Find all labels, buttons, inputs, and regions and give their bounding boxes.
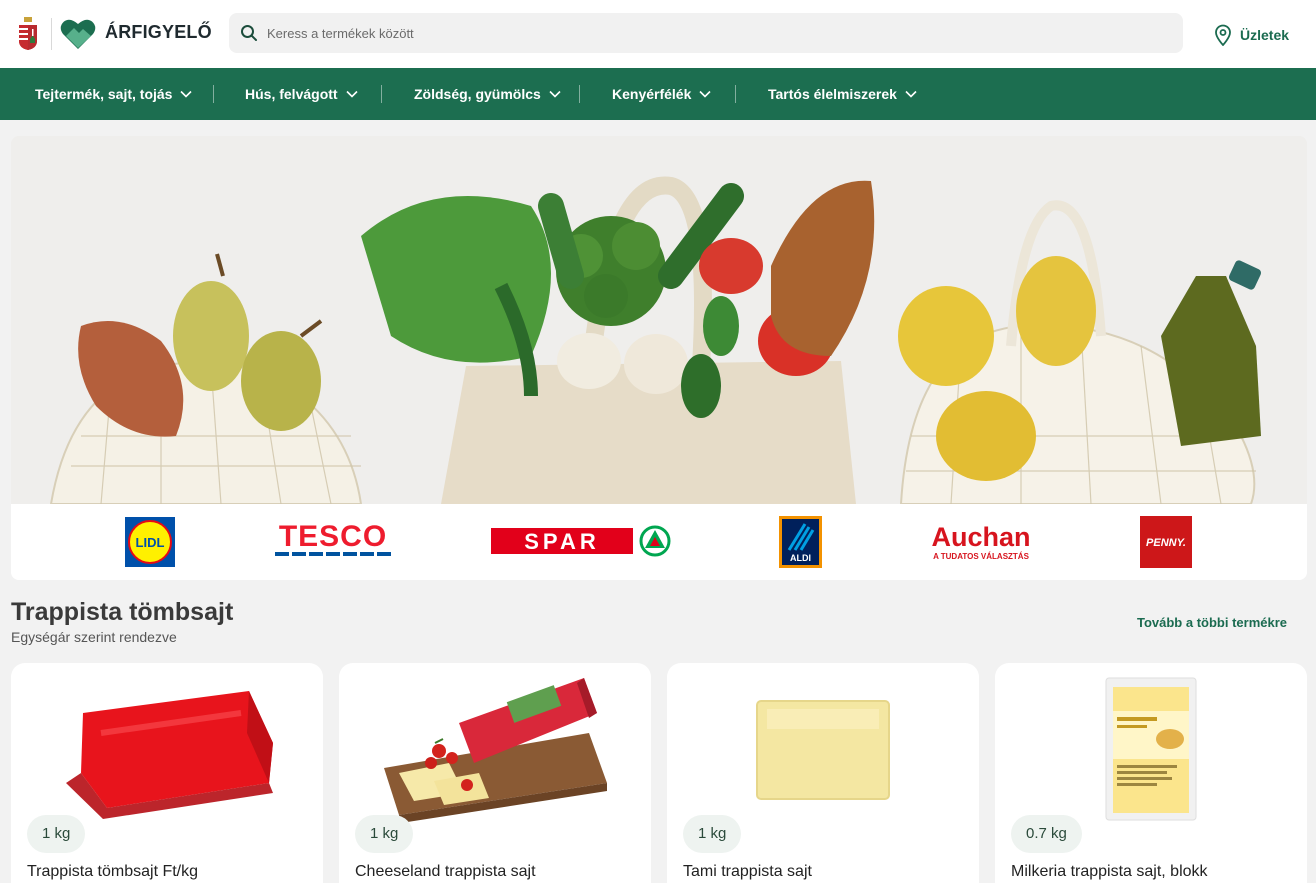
product-card[interactable]: 1 kg Trappista tömbsajt Ft/kg bbox=[11, 663, 323, 883]
tesco-logo[interactable]: TESCO bbox=[273, 522, 393, 560]
search-input[interactable] bbox=[267, 13, 1167, 53]
section-title: Trappista tömbsajt bbox=[11, 598, 234, 626]
aldi-logo[interactable]: ALDI bbox=[779, 516, 822, 568]
chevron-down-icon bbox=[905, 90, 917, 98]
auchan-logo-text: Auchan bbox=[931, 522, 1030, 552]
heart-mountain-logo-icon[interactable] bbox=[60, 18, 96, 50]
more-products-link[interactable]: Tovább a többi termékre bbox=[1137, 615, 1287, 630]
tesco-logo-text: TESCO bbox=[279, 522, 387, 553]
nav-item-dairy[interactable]: Tejtermék, sajt, tojás bbox=[35, 68, 193, 120]
auchan-logo[interactable]: Auchan A TUDATOS VÁLASZTÁS bbox=[923, 518, 1039, 564]
spar-logo-text: SPAR bbox=[524, 529, 600, 554]
search-bar[interactable] bbox=[229, 13, 1183, 53]
product-name[interactable]: Trappista tömbsajt Ft/kg bbox=[27, 863, 198, 881]
brand-name[interactable]: ÁRFIGYELŐ bbox=[105, 22, 212, 43]
chevron-down-icon bbox=[699, 90, 711, 98]
search-icon bbox=[241, 25, 257, 41]
nav-item-label: Kenyérfélék bbox=[612, 86, 692, 102]
nav-item-label: Tejtermék, sajt, tojás bbox=[35, 86, 173, 102]
nav-item-label: Hús, felvágott bbox=[245, 86, 338, 102]
location-pin-icon bbox=[1215, 24, 1231, 46]
chevron-down-icon bbox=[549, 90, 561, 98]
product-card[interactable]: 0.7 kg Milkeria trappista sajt, blokk bbox=[995, 663, 1307, 883]
unit-badge: 1 kg bbox=[683, 815, 742, 853]
spar-logo[interactable]: SPAR bbox=[491, 524, 673, 558]
nav-divider bbox=[213, 85, 214, 103]
nav-item-produce[interactable]: Zöldség, gyümölcs bbox=[414, 68, 561, 120]
nav-item-label: Tartós élelmiszerek bbox=[768, 86, 897, 102]
hero-banner: LIDL TESCO SPAR ALDI Auchan A TUDATOS VÁ… bbox=[11, 136, 1307, 580]
product-name[interactable]: Milkeria trappista sajt, blokk bbox=[1011, 863, 1208, 881]
product-name[interactable]: Cheeseland trappista sajt bbox=[355, 863, 536, 881]
chevron-down-icon bbox=[180, 90, 193, 98]
penny-logo-text: PENNY. bbox=[1146, 537, 1186, 549]
unit-badge: 1 kg bbox=[355, 815, 414, 853]
product-image bbox=[1105, 677, 1197, 821]
product-card[interactable]: 1 kg Tami trappista sajt bbox=[667, 663, 979, 883]
header-separator bbox=[51, 18, 52, 50]
nav-item-meat[interactable]: Hús, felvágott bbox=[245, 68, 358, 120]
store-logos-row: LIDL TESCO SPAR ALDI Auchan A TUDATOS VÁ… bbox=[11, 504, 1307, 580]
nav-divider bbox=[381, 85, 382, 103]
unit-badge: 0.7 kg bbox=[1011, 815, 1082, 853]
nav-item-bread[interactable]: Kenyérfélék bbox=[612, 68, 711, 120]
product-card[interactable]: 1 kg Cheeseland trappista sajt bbox=[339, 663, 651, 883]
nav-item-label: Zöldség, gyümölcs bbox=[414, 86, 541, 102]
penny-logo[interactable]: PENNY. bbox=[1140, 516, 1192, 568]
lidl-logo-text: LIDL bbox=[136, 535, 165, 550]
auchan-tagline: A TUDATOS VÁLASZTÁS bbox=[933, 552, 1030, 561]
lidl-logo[interactable]: LIDL bbox=[125, 517, 175, 567]
product-image bbox=[66, 691, 273, 819]
top-header: ÁRFIGYELŐ Üzletek bbox=[0, 0, 1316, 68]
product-name[interactable]: Tami trappista sajt bbox=[683, 863, 812, 881]
product-image bbox=[756, 700, 890, 800]
coat-of-arms-icon bbox=[19, 17, 37, 50]
aldi-logo-text: ALDI bbox=[790, 553, 811, 563]
section-subtitle: Egységár szerint rendezve bbox=[11, 629, 177, 645]
category-nav: Tejtermék, sajt, tojás Hús, felvágott Zö… bbox=[0, 68, 1316, 120]
product-image bbox=[384, 678, 607, 823]
stores-link[interactable]: Üzletek bbox=[1213, 24, 1289, 46]
nav-item-pantry[interactable]: Tartós élelmiszerek bbox=[768, 68, 917, 120]
stores-label: Üzletek bbox=[1240, 27, 1290, 43]
nav-divider bbox=[579, 85, 580, 103]
groceries-banner-image bbox=[11, 136, 1307, 504]
chevron-down-icon bbox=[346, 90, 358, 98]
unit-badge: 1 kg bbox=[27, 815, 86, 853]
nav-divider bbox=[735, 85, 736, 103]
